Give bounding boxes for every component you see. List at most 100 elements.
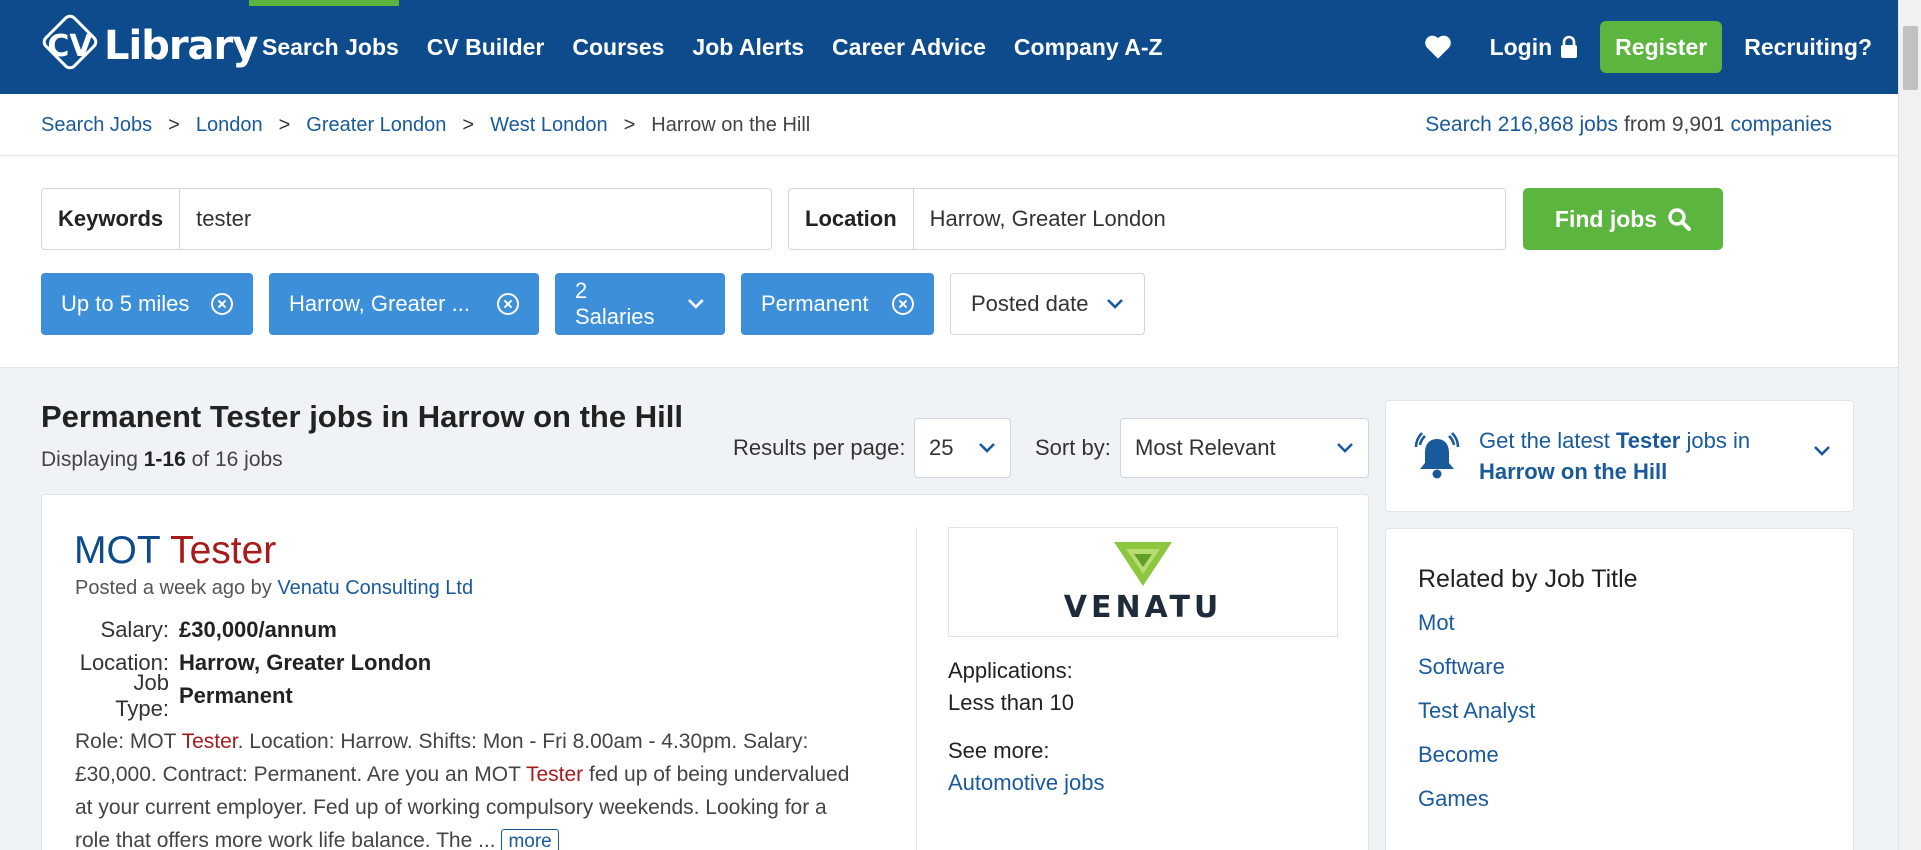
salary-filter-label: 2 Salaries: [575, 278, 655, 329]
keywords-input[interactable]: [180, 189, 771, 249]
job-type-value: Permanent: [179, 682, 293, 708]
breadcrumb-separator: >: [462, 113, 475, 136]
desc-keyword: Tester: [181, 730, 238, 753]
breadcrumb-separator: >: [278, 113, 291, 136]
nav-job-alerts[interactable]: Job Alerts: [692, 34, 804, 61]
results-per-page-value: 25: [929, 435, 954, 460]
related-link-become[interactable]: Become: [1418, 741, 1535, 785]
heart-icon[interactable]: [1424, 34, 1452, 60]
related-link-software[interactable]: Software: [1418, 653, 1535, 697]
chevron-down-icon[interactable]: [1813, 445, 1831, 457]
keywords-label: Keywords: [42, 189, 181, 249]
results-per-page-select[interactable]: 25: [914, 418, 1011, 478]
breadcrumb-current: Harrow on the Hill: [651, 113, 811, 136]
page-scrollbar[interactable]: [1898, 0, 1921, 850]
results-count-suffix: of 16 jobs: [191, 448, 283, 471]
cv-library-logo[interactable]: CV Library: [38, 14, 258, 78]
login-label: Login: [1489, 33, 1553, 60]
job-salary-row: Salary: £30,000/annum: [75, 613, 431, 646]
search-panel: Keywords Location Find jobs Up to 5 mile…: [0, 156, 1898, 368]
distance-filter-chip[interactable]: Up to 5 miles: [41, 273, 253, 335]
breadcrumb: Search Jobs > London > Greater London > …: [41, 94, 810, 156]
results-count-range: 1-16: [143, 448, 186, 471]
job-title-link[interactable]: MOT Tester: [74, 529, 276, 573]
register-button[interactable]: Register: [1600, 21, 1723, 73]
chevron-down-icon: [1107, 299, 1123, 309]
breadcrumb-search-jobs[interactable]: Search Jobs: [41, 114, 152, 137]
job-description: Role: MOT Tester. Location: Harrow. Shif…: [75, 725, 865, 850]
related-job-titles: Related by Job Title Mot Software Test A…: [1385, 528, 1854, 850]
results-count-prefix: Displaying: [41, 448, 138, 471]
remove-filter-icon[interactable]: [892, 293, 914, 315]
location-input[interactable]: [913, 189, 1505, 249]
top-navigation-bar: CV Library Search Jobs CV Builder Course…: [0, 0, 1898, 94]
account-nav: Login Register Recruiting?: [1424, 0, 1872, 94]
company-logo[interactable]: VENATU: [948, 527, 1338, 637]
find-jobs-button[interactable]: Find jobs: [1523, 188, 1723, 250]
site-stats: Search 216,868 jobs from 9,901 companies: [1425, 94, 1832, 156]
job-alert-box[interactable]: Get the latest Tester jobs in Harrow on …: [1385, 400, 1854, 512]
nav-cv-builder[interactable]: CV Builder: [427, 34, 545, 61]
lock-icon: [1561, 35, 1578, 58]
search-icon: [1668, 208, 1692, 231]
filter-chips: Up to 5 miles Harrow, Greater ... 2 Sala…: [41, 273, 1145, 335]
location-filter-chip[interactable]: Harrow, Greater ...: [269, 273, 539, 335]
venatu-logo-mark-icon: [1114, 541, 1172, 586]
job-salary-label: Salary:: [100, 616, 169, 642]
chevron-down-icon: [1337, 443, 1353, 453]
job-title-keyword: Tester: [170, 529, 277, 572]
related-heading: Related by Job Title: [1418, 565, 1638, 593]
login-link[interactable]: Login: [1490, 34, 1579, 61]
alert-keyword: Tester: [1615, 428, 1681, 453]
sort-by-label: Sort by:: [1035, 435, 1111, 460]
cv-logo-mark-icon: CV: [42, 14, 98, 70]
breadcrumb-separator: >: [168, 113, 180, 136]
salary-filter-chip[interactable]: 2 Salaries: [555, 273, 725, 335]
more-button[interactable]: more: [501, 829, 559, 850]
alert-text-1: Get the latest: [1479, 428, 1616, 453]
stats-companies-link[interactable]: companies: [1730, 113, 1832, 137]
job-type-filter-chip[interactable]: Permanent: [741, 273, 934, 335]
logo-wordmark: Library: [104, 23, 258, 69]
related-link-mot[interactable]: Mot: [1418, 609, 1535, 653]
breadcrumb-london[interactable]: London: [196, 114, 263, 137]
applications-label: Applications:: [948, 658, 1073, 683]
job-type-filter-label: Permanent: [761, 291, 869, 316]
breadcrumb-greater-london[interactable]: Greater London: [306, 114, 446, 137]
stats-middle: from 9,901: [1624, 113, 1725, 136]
remove-filter-icon[interactable]: [497, 293, 519, 315]
nav-courses[interactable]: Courses: [572, 34, 664, 61]
job-posted-prefix: Posted a week ago by: [75, 577, 272, 599]
job-company-link[interactable]: Venatu Consulting Ltd: [277, 577, 473, 599]
job-title-word: MOT: [74, 529, 160, 572]
sort-by-value: Most Relevant: [1135, 435, 1276, 460]
job-card: MOT Tester Posted a week ago by Venatu C…: [41, 494, 1369, 850]
related-link-games[interactable]: Games: [1418, 785, 1535, 829]
applications-value: Less than 10: [948, 690, 1074, 715]
company-logo-wordmark: VENATU: [1063, 589, 1223, 625]
breadcrumb-west-london[interactable]: West London: [490, 114, 608, 137]
remove-filter-icon[interactable]: [211, 293, 233, 315]
find-jobs-label: Find jobs: [1554, 205, 1658, 232]
nav-career-advice[interactable]: Career Advice: [832, 34, 986, 61]
sort-by-select[interactable]: Most Relevant: [1120, 418, 1369, 478]
bell-icon: [1414, 432, 1460, 479]
job-alert-text: Get the latest Tester jobs in Harrow on …: [1479, 425, 1799, 487]
nav-company-a-z[interactable]: Company A-Z: [1014, 34, 1163, 61]
see-more-label: See more:: [948, 738, 1050, 763]
alert-location: Harrow on the Hill: [1479, 459, 1668, 484]
automotive-jobs-link[interactable]: Automotive jobs: [948, 770, 1105, 795]
results-per-page-label: Results per page:: [733, 435, 906, 460]
chevron-down-icon: [979, 443, 995, 453]
alert-text-2: jobs in: [1680, 428, 1751, 453]
nav-search-jobs[interactable]: Search Jobs: [262, 34, 399, 61]
stats-jobs-link[interactable]: 216,868 jobs: [1498, 113, 1618, 137]
stats-search-link[interactable]: Search: [1425, 113, 1492, 137]
recruiting-link[interactable]: Recruiting?: [1744, 34, 1872, 61]
related-link-test-analyst[interactable]: Test Analyst: [1418, 697, 1535, 741]
main-nav: Search Jobs CV Builder Courses Job Alert…: [262, 0, 1163, 94]
posted-date-filter[interactable]: Posted date: [950, 273, 1145, 335]
scrollbar-thumb[interactable]: [1903, 26, 1918, 90]
job-type-row: Job Type: Permanent: [75, 670, 431, 721]
